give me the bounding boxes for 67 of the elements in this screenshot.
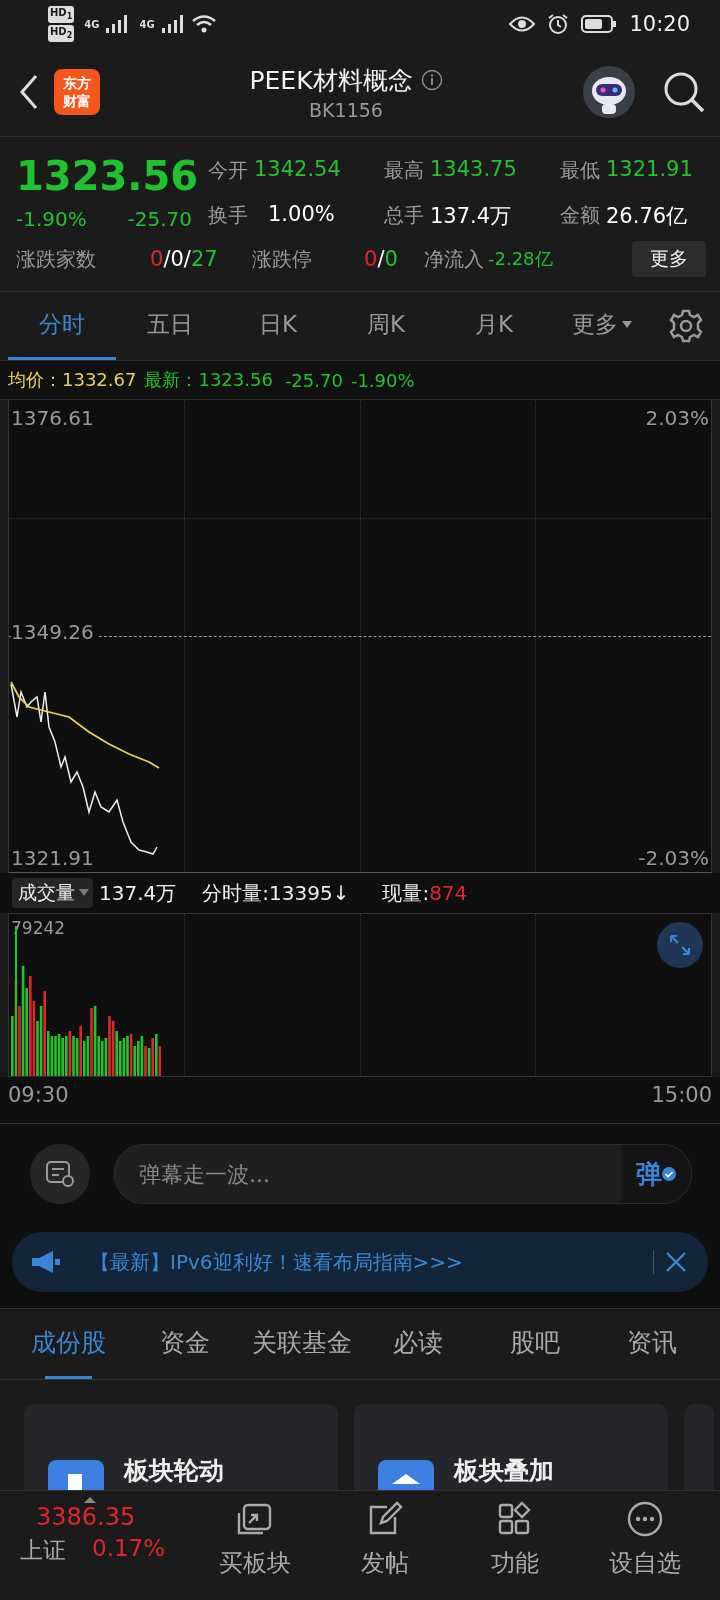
chart-tab[interactable]: 更多	[548, 292, 656, 360]
stat-value: -2.28亿	[488, 247, 553, 271]
stat-value: 1343.75	[430, 157, 517, 183]
stat-value: 137.4万	[430, 202, 512, 230]
volume-total: 137.4万	[99, 879, 177, 907]
stat-label: 最高	[384, 157, 424, 184]
news-banner[interactable]: 【最新】IPv6迎利好！速看布局指南>>>	[12, 1232, 708, 1292]
stat-label: 今开	[208, 157, 248, 184]
chart-tab[interactable]: 五日	[116, 292, 224, 360]
axis-label: 15:00	[651, 1083, 712, 1109]
change-value: -25.70	[284, 369, 343, 391]
stat-label: 最低	[560, 157, 600, 184]
index-quote[interactable]: 3386.35 上证 0.17%	[20, 1491, 190, 1600]
change-value: -25.70	[127, 207, 192, 231]
app-logo: 东方 财富	[54, 69, 100, 115]
section-tab[interactable]: 资金	[126, 1309, 244, 1379]
sim-badge: HD$_{1}$	[48, 6, 75, 23]
current-volume: 现量:874	[382, 879, 468, 907]
stat-label: 换手	[208, 201, 248, 229]
page-title: PEEK材料概念	[249, 64, 413, 97]
nav-item[interactable]: 发帖	[320, 1491, 450, 1600]
network-label: 4G	[139, 18, 155, 30]
sector-code: BK1156	[309, 98, 383, 121]
chart-tab[interactable]: 日K	[224, 292, 332, 360]
stat-value: 0/0/27	[150, 247, 219, 271]
axis-label: 09:30	[8, 1083, 69, 1109]
section-tab[interactable]: 股吧	[476, 1309, 594, 1379]
stat-label: 涨跌家数	[16, 245, 97, 273]
stat-value: 1321.91	[606, 157, 693, 183]
volume-selector[interactable]: 成交量	[12, 878, 93, 908]
section-tab[interactable]: 成份股	[10, 1309, 127, 1379]
feature-card[interactable]: 板块叠加	[354, 1404, 668, 1490]
axis-label: 2.03%	[645, 406, 709, 430]
more-button[interactable]: 更多	[632, 241, 706, 277]
stat-label: 净流入	[424, 245, 484, 273]
nav-item[interactable]: 买板块	[190, 1491, 320, 1600]
section-tab[interactable]: 必读	[360, 1309, 477, 1379]
stat-value: 0/0	[364, 247, 399, 271]
axis-label: 79242	[11, 918, 66, 938]
stat-label: 涨跌停	[252, 245, 313, 273]
axis-label: 1376.61	[11, 406, 94, 430]
sim-badge: HD$_{2}$	[48, 25, 75, 42]
danmaku-input-field[interactable]: 弹幕走一波... 弹	[114, 1144, 692, 1204]
card-title: 板块轮动	[124, 1455, 224, 1487]
send-button[interactable]: 弹	[621, 1145, 691, 1203]
axis-label: -2.03%	[638, 846, 709, 870]
average-price-label: 均价：1332.67	[8, 368, 137, 392]
chart-tab[interactable]: 周K	[332, 292, 440, 360]
stat-label: 金额	[560, 201, 600, 229]
stat-value: 1.00%	[268, 201, 335, 228]
latest-price-label: 最新：1323.56	[144, 368, 273, 392]
change-percent: -1.90%	[350, 369, 415, 391]
network-label: 4G	[84, 18, 100, 30]
section-tab[interactable]: 关联基金	[243, 1309, 360, 1379]
feature-card[interactable]: 板块轮动	[24, 1404, 338, 1490]
stat-value: 26.76亿	[606, 202, 688, 230]
axis-label: 1321.91	[11, 846, 94, 870]
stat-label: 总手	[384, 201, 424, 229]
stat-value: 1342.54	[254, 157, 341, 183]
banner-text[interactable]: 【最新】IPv6迎利好！速看布局指南>>>	[90, 1248, 653, 1276]
section-tab[interactable]: 资讯	[593, 1309, 711, 1379]
chart-tab[interactable]: 月K	[440, 292, 548, 360]
clock-time: 10:20	[629, 12, 690, 36]
change-percent: -1.90%	[16, 207, 87, 231]
nav-item[interactable]: 功能	[450, 1491, 580, 1600]
nav-item[interactable]: 设自选	[580, 1491, 710, 1600]
card-title: 板块叠加	[454, 1455, 554, 1487]
